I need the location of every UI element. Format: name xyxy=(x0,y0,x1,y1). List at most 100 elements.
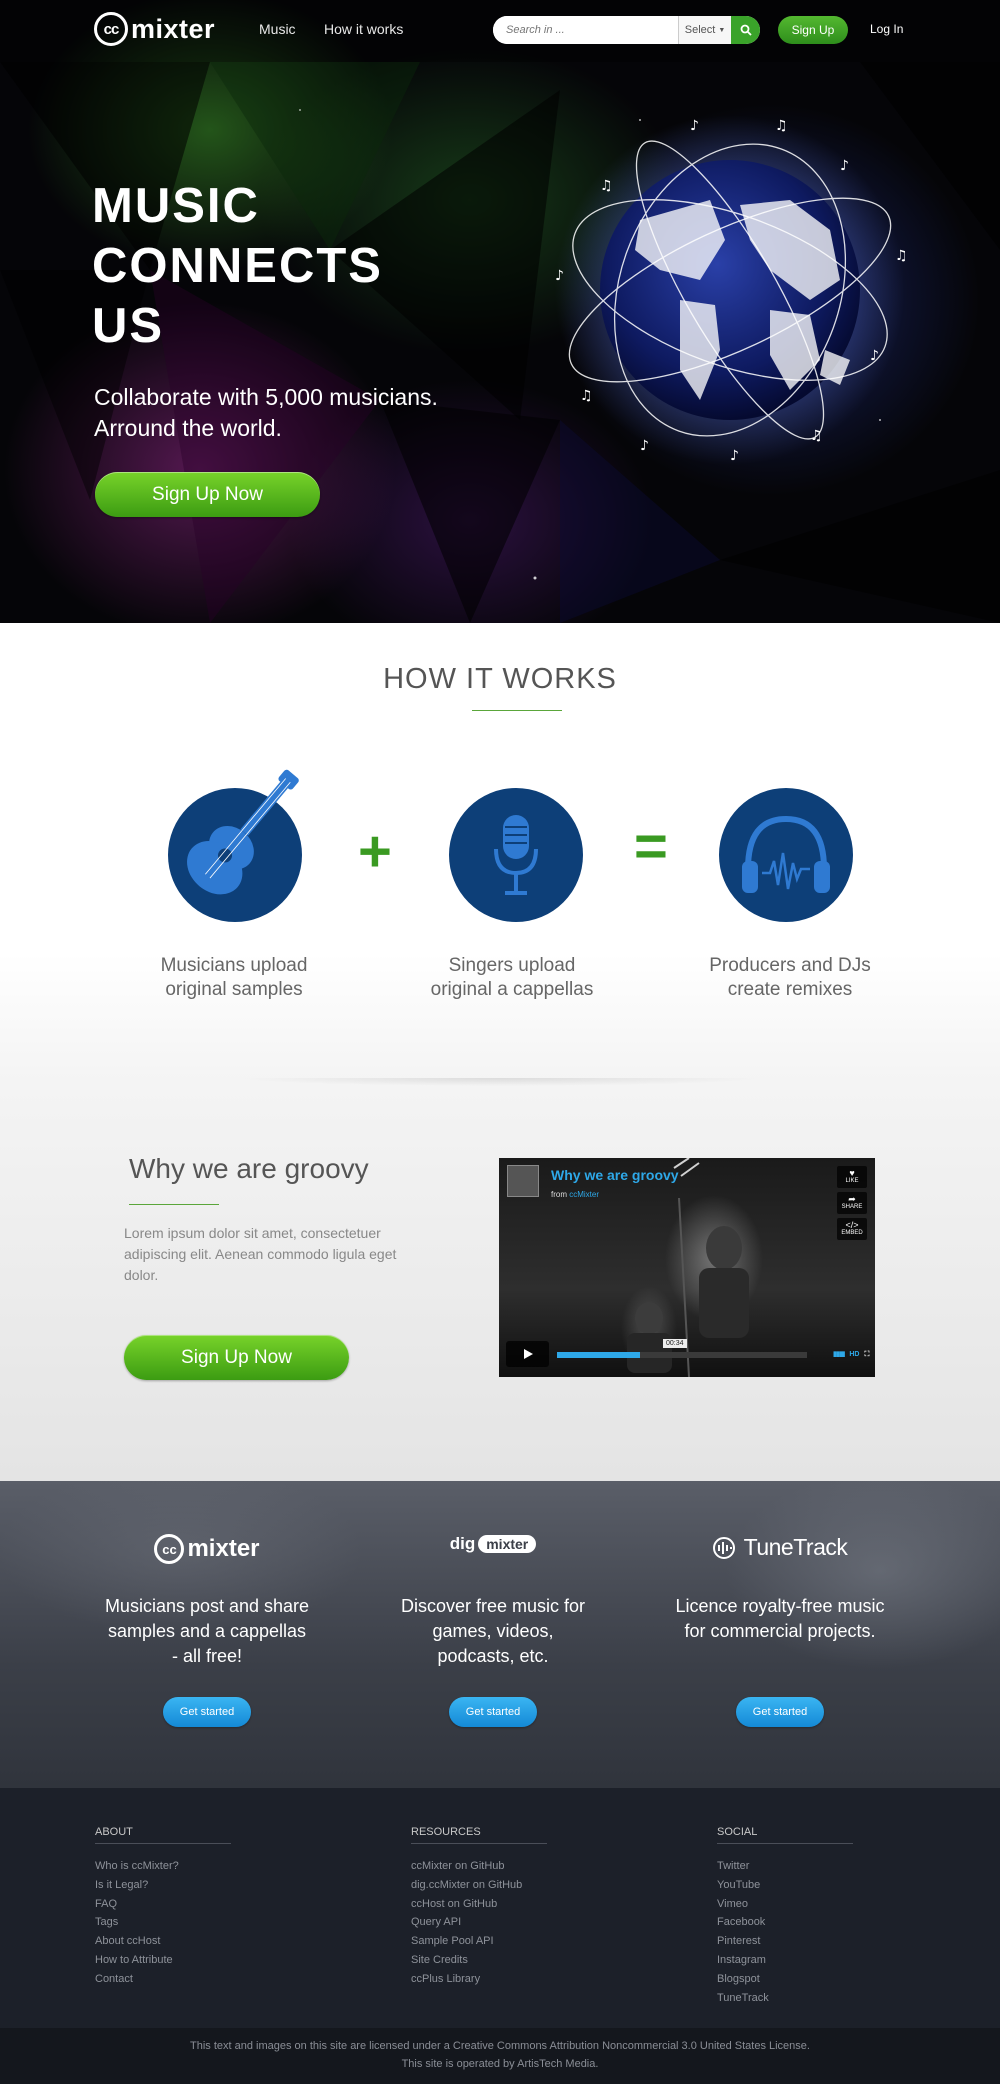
signup-button[interactable]: Sign Up xyxy=(778,16,848,44)
footer-link[interactable]: FAQ xyxy=(95,1895,235,1914)
product-tunetrack-get-started-button[interactable]: Get started xyxy=(736,1697,824,1727)
video-hd-label: HD xyxy=(849,1351,860,1358)
nav-link-how-it-works[interactable]: How it works xyxy=(324,21,403,37)
footer-link[interactable]: Is it Legal? xyxy=(95,1876,235,1895)
step-singers-line-2: original a cappellas xyxy=(430,979,594,1000)
product-digmixter-line-3: podcasts, etc. xyxy=(437,1646,549,1666)
hero-subtitle: Collaborate with 5,000 musicians. Arroun… xyxy=(94,382,514,444)
footer-resources-heading: RESOURCES xyxy=(411,1826,547,1844)
footer-link[interactable]: Facebook xyxy=(717,1913,857,1932)
step-singers-line-1: Singers upload xyxy=(448,955,576,976)
video-timestamp: 00:34 xyxy=(663,1339,687,1348)
svg-text:♪: ♪ xyxy=(730,448,739,464)
license-bar: This text and images on this site are li… xyxy=(0,2028,1000,2084)
volume-icon[interactable]: ▮▮▮▮ xyxy=(833,1351,845,1358)
footer-link[interactable]: Who is ccMixter? xyxy=(95,1857,235,1876)
footer-link[interactable]: Query API xyxy=(411,1913,551,1932)
video-embed-label: EMBED xyxy=(841,1230,863,1236)
step-singers-circle xyxy=(449,788,583,922)
footer-link[interactable]: YouTube xyxy=(717,1876,857,1895)
fullscreen-icon[interactable]: ⛶ xyxy=(864,1351,869,1358)
footer-link[interactable]: Contact xyxy=(95,1970,235,1989)
footer-link[interactable]: How to Attribute xyxy=(95,1951,235,1970)
section-divider xyxy=(170,1078,830,1098)
product-tunetrack-line-1: Licence royalty-free music xyxy=(675,1596,885,1616)
ccmixter-logo[interactable]: cc mixter xyxy=(94,12,215,46)
product-tunetrack-logo[interactable]: TuneTrack xyxy=(650,1534,910,1561)
tunetrack-waveform-icon xyxy=(712,1536,735,1559)
product-digmixter-description: Discover free music for games, videos, p… xyxy=(363,1594,623,1669)
product-ccmixter-get-started-button[interactable]: Get started xyxy=(163,1697,251,1727)
video-title[interactable]: Why we are groovy xyxy=(551,1167,679,1183)
hero-title: MUSIC CONNECTS US xyxy=(92,179,383,353)
guitar-icon xyxy=(187,769,299,895)
svg-text:♪: ♪ xyxy=(870,348,879,364)
footer-link[interactable]: ccMixter on GitHub xyxy=(411,1857,551,1876)
footer-link[interactable]: Site Credits xyxy=(411,1951,551,1970)
step-musicians-line-1: Musicians upload xyxy=(160,955,308,976)
footer-link[interactable]: ccPlus Library xyxy=(411,1970,551,1989)
video-like-label: LIKE xyxy=(845,1178,859,1184)
video-hd-toggle[interactable]: ▮▮▮▮ HD ⛶ xyxy=(833,1350,869,1359)
nav-link-music[interactable]: Music xyxy=(259,21,296,37)
groovy-signup-now-button[interactable]: Sign Up Now xyxy=(124,1335,349,1380)
how-it-works-section: HOW IT WORKS + = Musicians upload origin… xyxy=(0,623,1000,1481)
video-embed-button[interactable]: </> EMBED xyxy=(837,1218,867,1240)
footer-link[interactable]: Instagram xyxy=(717,1951,857,1970)
svg-text:♪: ♪ xyxy=(840,158,849,174)
product-digmixter-line-1: Discover free music for xyxy=(400,1596,586,1616)
logo-wordmark: mixter xyxy=(131,13,216,44)
product-ccmixter-logo[interactable]: cc mixter xyxy=(77,1534,337,1564)
footer-link[interactable]: TuneTrack xyxy=(717,1989,857,2008)
share-icon: ➦ xyxy=(848,1194,856,1204)
search-category-select[interactable]: Select ▼ xyxy=(678,16,731,44)
product-ccmixter-line-2: samples and a cappellas xyxy=(107,1621,307,1641)
product-tunetrack-description: Licence royalty-free music for commercia… xyxy=(650,1594,910,1644)
video-like-button[interactable]: ♥ LIKE xyxy=(837,1166,867,1188)
equals-sign: = xyxy=(634,814,668,879)
video-author-link[interactable]: ccMixter xyxy=(569,1190,599,1199)
svg-text:♫: ♫ xyxy=(775,118,788,134)
video-player[interactable]: Why we are groovy from ccMixter ♥ LIKE ➦… xyxy=(499,1158,875,1377)
footer-link[interactable]: About ccHost xyxy=(95,1932,235,1951)
hero-section: cc mixter Music How it works Select ▼ Si… xyxy=(0,0,1000,623)
footer-link[interactable]: Tags xyxy=(95,1913,235,1932)
footer-link[interactable]: Sample Pool API xyxy=(411,1932,551,1951)
product-digmixter-get-started-button[interactable]: Get started xyxy=(449,1697,537,1727)
step-producers-circle xyxy=(719,788,853,922)
hero-subtitle-line-2: Arround the world. xyxy=(94,415,282,441)
search-submit-button[interactable] xyxy=(731,16,760,44)
embed-code-icon: </> xyxy=(845,1220,859,1230)
search-input[interactable] xyxy=(493,16,678,44)
video-share-button[interactable]: ➦ SHARE xyxy=(837,1192,867,1214)
video-channel-thumbnail[interactable] xyxy=(507,1165,539,1197)
footer-link[interactable]: Pinterest xyxy=(717,1932,857,1951)
footer-link[interactable]: Vimeo xyxy=(717,1895,857,1914)
step-singers-label: Singers upload original a cappellas xyxy=(392,954,632,1002)
search-bar: Select ▼ xyxy=(493,16,760,44)
product-digmixter-logo[interactable]: dig mixter xyxy=(363,1534,623,1554)
footer-link[interactable]: Twitter xyxy=(717,1857,857,1876)
video-byline: from ccMixter xyxy=(551,1190,599,1199)
footer-link[interactable]: dig.ccMixter on GitHub xyxy=(411,1876,551,1895)
product-tunetrack-line-2: for commercial projects. xyxy=(684,1621,876,1641)
footer-social-heading: SOCIAL xyxy=(717,1826,853,1844)
caret-down-icon: ▼ xyxy=(718,26,726,34)
product-digmixter-line-2: games, videos, xyxy=(432,1621,554,1641)
video-progress-bar[interactable] xyxy=(557,1352,807,1358)
headphones-icon xyxy=(742,815,830,893)
footer-link[interactable]: ccHost on GitHub xyxy=(411,1895,551,1914)
heart-icon: ♥ xyxy=(849,1168,855,1178)
groovy-title: Why we are groovy xyxy=(129,1153,369,1184)
hero-signup-now-button[interactable]: Sign Up Now xyxy=(95,472,320,517)
login-link[interactable]: Log In xyxy=(870,22,903,36)
search-select-label: Select xyxy=(684,24,716,36)
video-progress-fill xyxy=(557,1352,640,1358)
product-digmixter-wordmark: mixter xyxy=(478,1535,537,1553)
footer-social-links: Twitter YouTube Vimeo Facebook Pinterest… xyxy=(717,1857,857,2007)
product-ccmixter-line-1: Musicians post and share xyxy=(104,1596,310,1616)
footer-link[interactable]: Blogspot xyxy=(717,1970,857,1989)
footer-social-column: SOCIAL Twitter YouTube Vimeo Facebook Pi… xyxy=(717,1826,857,2007)
video-play-button[interactable] xyxy=(506,1341,549,1367)
footer-resources-column: RESOURCES ccMixter on GitHub dig.ccMixte… xyxy=(411,1826,551,1989)
